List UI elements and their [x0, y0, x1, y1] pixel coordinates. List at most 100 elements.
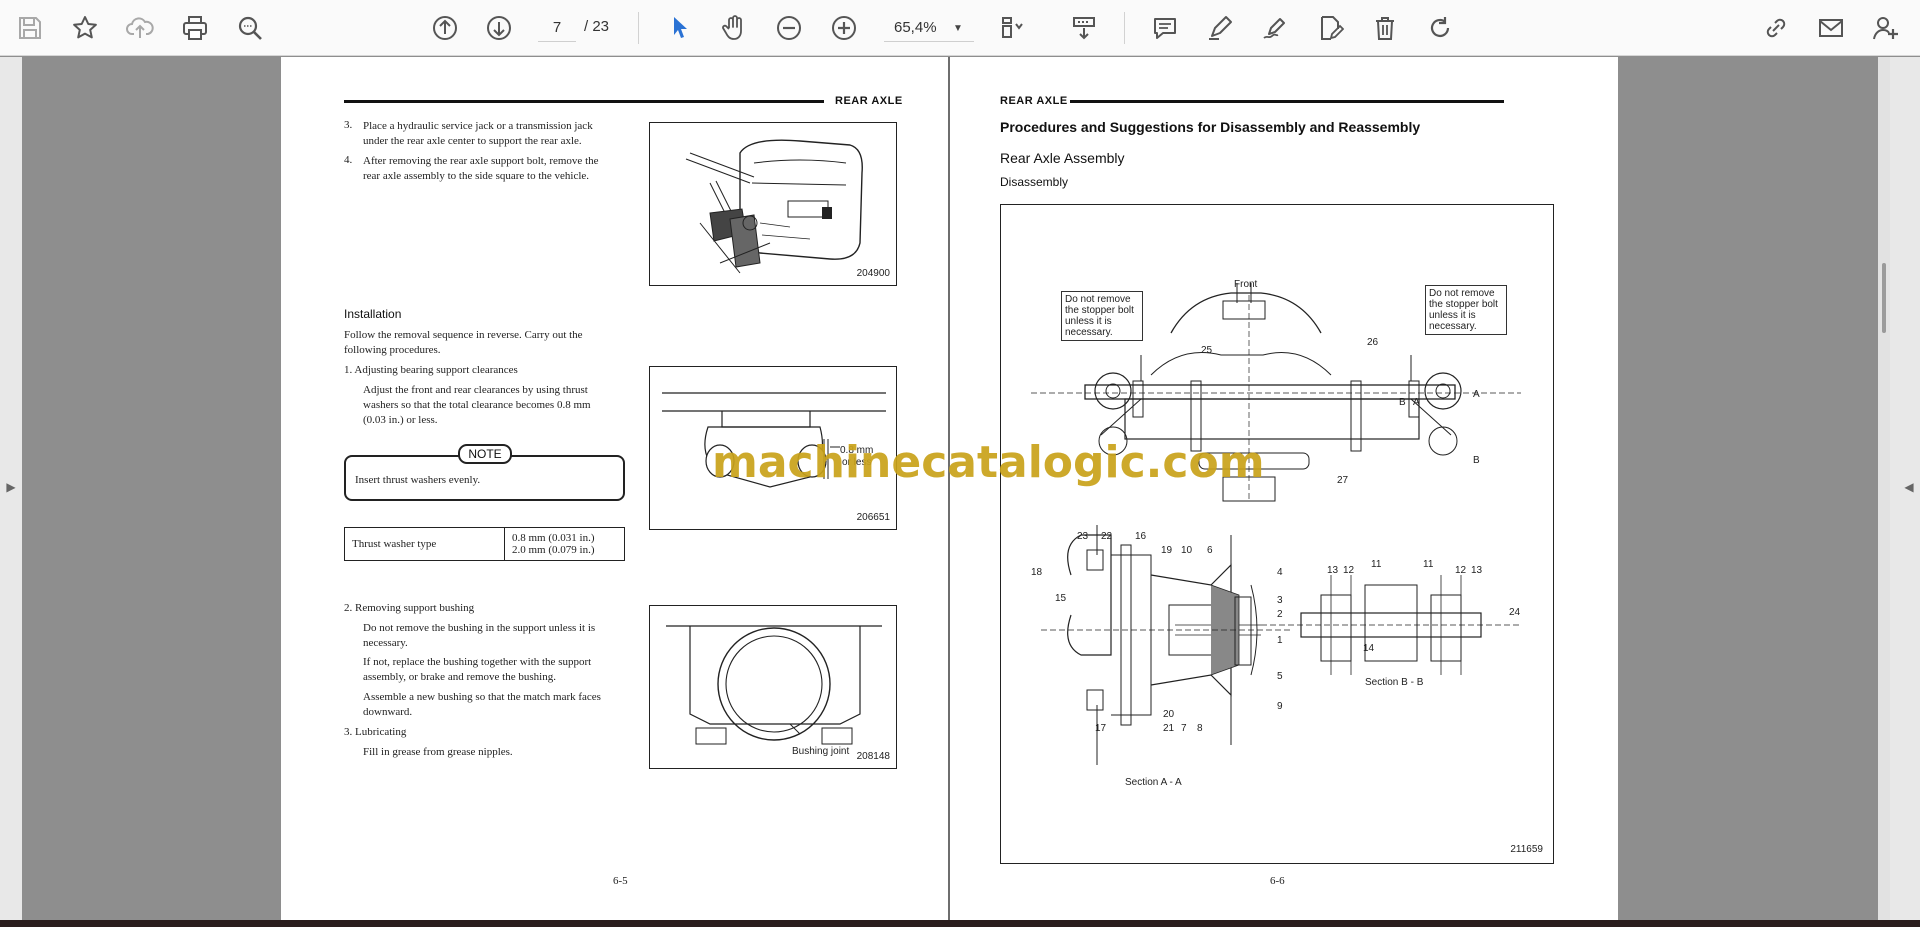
- page-right: REAR AXLE Procedures and Suggestions for…: [950, 57, 1618, 920]
- figure-rear-axle-assembly: Front Do not remove the stopper bolt unl…: [1000, 204, 1554, 864]
- step-number: 4.: [344, 154, 353, 166]
- document-workspace[interactable]: ▶ ◀ REAR AXLE 3. Place a hydraulic servi…: [0, 57, 1920, 920]
- vertical-scrollbar-thumb[interactable]: [1882, 263, 1886, 333]
- share-link-icon[interactable]: [1758, 10, 1794, 46]
- thrust-washer-table: Thrust washer type 0.8 mm (0.031 in.) 2.…: [344, 527, 625, 561]
- text-line: After removing the rear axle support bol…: [363, 155, 599, 167]
- header-rule: [1070, 100, 1504, 103]
- step-text: Fill in grease from grease nipples.: [363, 746, 513, 758]
- highlight-pen-icon[interactable]: [1202, 10, 1238, 46]
- text-line: under the rear axle center to support th…: [363, 135, 582, 147]
- watermark: machinecatalogic.com: [712, 437, 1265, 488]
- zoom-search-icon[interactable]: [232, 10, 268, 46]
- subsection-subtitle: Disassembly: [1000, 175, 1069, 189]
- page-left: REAR AXLE 3. Place a hydraulic service j…: [281, 57, 949, 920]
- email-icon[interactable]: [1813, 10, 1849, 46]
- part-label: 14: [1363, 643, 1375, 654]
- part-label: 10: [1181, 545, 1193, 556]
- toolbar-divider: [638, 12, 639, 44]
- comment-icon[interactable]: [1147, 10, 1183, 46]
- print-icon[interactable]: [177, 10, 213, 46]
- previous-page-icon[interactable]: [427, 10, 463, 46]
- part-label: 9: [1277, 701, 1283, 712]
- section-caption: Section A - A: [1125, 777, 1182, 788]
- part-label: 17: [1095, 723, 1107, 734]
- step-text: Assemble a new bushing so that the match…: [363, 690, 629, 720]
- figure-number: 211659: [1510, 844, 1543, 855]
- scroll-mode-icon[interactable]: [1066, 10, 1102, 46]
- figure-support-bushing: Bushing joint 208148: [649, 605, 897, 769]
- toolbar-divider: [1124, 12, 1125, 44]
- page-total-label: / 23: [584, 18, 610, 35]
- part-label: 6: [1207, 545, 1213, 556]
- intro-paragraph: Follow the removal sequence in reverse. …: [344, 328, 629, 358]
- part-label: 18: [1031, 567, 1043, 578]
- callout-line: unless it is: [1065, 316, 1112, 327]
- figure-number: 206651: [856, 512, 890, 523]
- delete-trash-icon[interactable]: [1367, 10, 1403, 46]
- part-label: 7: [1181, 723, 1187, 734]
- table-value: 2.0 mm (0.079 in.): [512, 544, 595, 556]
- pdf-viewer-app: / 23 65,4% ▼: [0, 0, 1920, 927]
- step-text: Do not remove the bushing in the support…: [363, 621, 629, 651]
- section-title: Procedures and Suggestions for Disassemb…: [1000, 119, 1421, 135]
- bookmark-star-icon[interactable]: [67, 10, 103, 46]
- callout-line: necessary.: [1429, 321, 1477, 332]
- note-label: NOTE: [458, 444, 512, 464]
- part-label: 25: [1201, 345, 1213, 356]
- part-label: 13: [1471, 565, 1483, 576]
- caution-callout-left: Do not remove the stopper bolt unless it…: [1061, 291, 1143, 341]
- select-cursor-icon[interactable]: [662, 10, 698, 46]
- expand-left-panel-icon[interactable]: ▶: [4, 477, 18, 497]
- part-label: A: [1413, 397, 1420, 408]
- step-number: 3.: [344, 119, 353, 131]
- part-label: 26: [1367, 337, 1379, 348]
- edit-document-icon[interactable]: [1312, 10, 1348, 46]
- step-text: If not, replace the bushing together wit…: [363, 655, 629, 685]
- figure-label: Bushing joint: [792, 746, 850, 757]
- part-label: 23: [1077, 531, 1089, 542]
- page-number: 6-6: [1270, 875, 1285, 887]
- part-label: B: [1399, 397, 1406, 408]
- cloud-upload-icon[interactable]: [122, 10, 158, 46]
- draw-freehand-icon[interactable]: [1257, 10, 1293, 46]
- part-label: 20: [1163, 709, 1175, 720]
- hand-tool-icon[interactable]: [716, 10, 752, 46]
- section-heading: Installation: [344, 307, 402, 321]
- callout-line: necessary.: [1065, 327, 1113, 338]
- save-icon[interactable]: [12, 10, 48, 46]
- zoom-dropdown-icon[interactable]: ▼: [948, 14, 968, 42]
- text-line: Follow the removal sequence in reverse. …: [344, 329, 583, 341]
- part-label: 3: [1277, 595, 1283, 606]
- add-user-icon[interactable]: [1868, 10, 1904, 46]
- part-label: 16: [1135, 531, 1147, 542]
- note-text: Insert thrust washers evenly.: [355, 474, 481, 486]
- page-layout-icon[interactable]: [994, 10, 1030, 46]
- table-cell-label: Thrust washer type: [344, 527, 505, 561]
- zoom-out-icon[interactable]: [771, 10, 807, 46]
- callout-line: Do not remove: [1429, 288, 1495, 299]
- part-label: 15: [1055, 593, 1067, 604]
- part-label: 11: [1371, 559, 1382, 570]
- header-rule: [344, 100, 824, 103]
- part-label: 4: [1277, 567, 1283, 578]
- expand-right-panel-icon[interactable]: ◀: [1902, 477, 1916, 497]
- part-label: 24: [1509, 607, 1521, 618]
- zoom-in-icon[interactable]: [826, 10, 862, 46]
- text-line: downward.: [363, 706, 413, 718]
- page-header: REAR AXLE: [1000, 95, 1068, 107]
- text-line: (0.03 in.) or less.: [363, 414, 438, 426]
- rotate-icon[interactable]: [1422, 10, 1458, 46]
- part-label: 22: [1101, 531, 1113, 542]
- text-line: necessary.: [363, 637, 408, 649]
- part-label: B: [1473, 455, 1480, 466]
- page-number-input[interactable]: [538, 14, 576, 42]
- part-label: 27: [1337, 475, 1349, 486]
- part-label: 12: [1343, 565, 1355, 576]
- figure-number: 204900: [856, 268, 890, 279]
- callout-line: the stopper bolt: [1429, 299, 1498, 310]
- next-page-icon[interactable]: [481, 10, 517, 46]
- page-header: REAR AXLE: [835, 95, 903, 107]
- vertical-scrollbar[interactable]: [1878, 57, 1890, 920]
- table-row: Thrust washer type 0.8 mm (0.031 in.) 2.…: [344, 527, 625, 561]
